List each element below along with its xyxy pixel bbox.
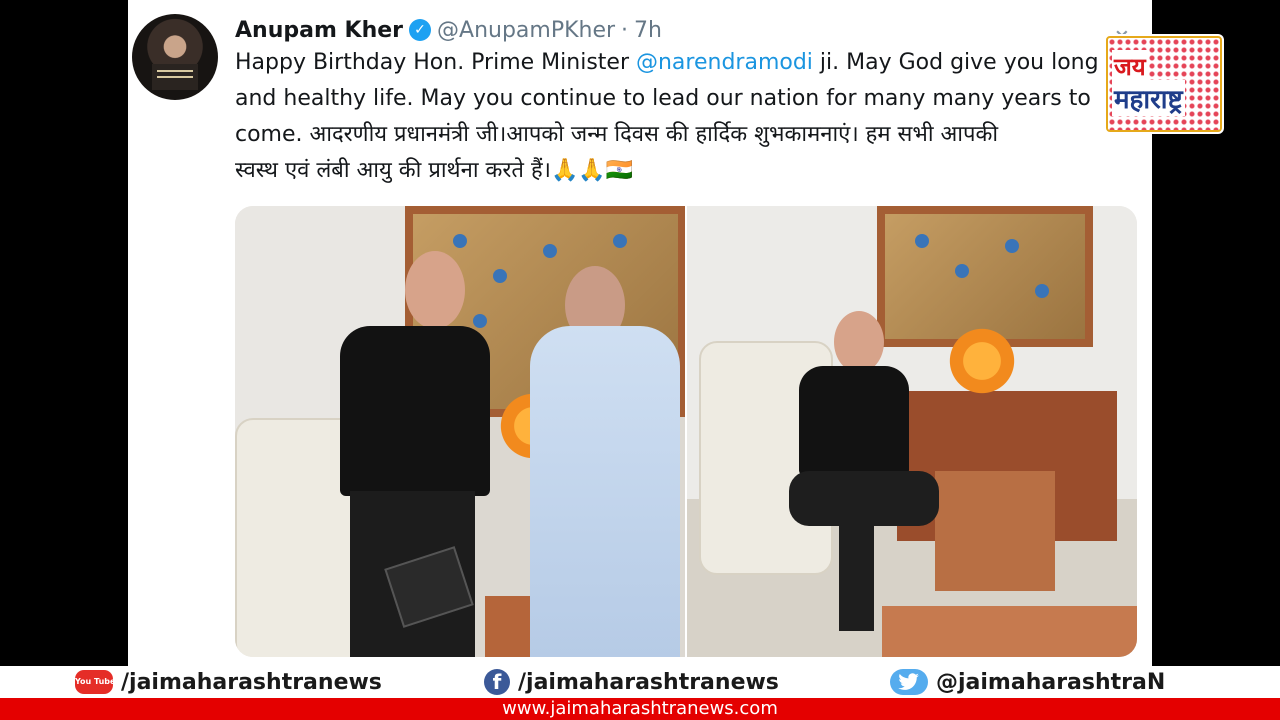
twitter-link[interactable]: @jaimaharashtraN bbox=[890, 669, 1165, 695]
tweet-text-line-4: स्वस्थ एवं लंबी आयु की प्रार्थना करते है… bbox=[235, 158, 634, 183]
facebook-link[interactable]: f /jaimaharashtranews bbox=[484, 669, 779, 695]
person-seated-black-shirt bbox=[779, 311, 959, 646]
tweet-text-line-2: and healthy life. May you continue to le… bbox=[235, 86, 1091, 111]
author-avatar[interactable] bbox=[132, 14, 218, 100]
person-left-black-shirt bbox=[310, 251, 510, 657]
youtube-icon: You Tube bbox=[75, 670, 115, 694]
youtube-handle: /jaimaharashtranews bbox=[121, 669, 382, 695]
mention-link[interactable]: @narendramodi bbox=[636, 50, 813, 75]
author-handle[interactable]: @AnupamPKher bbox=[437, 18, 615, 43]
tweet-photos bbox=[235, 206, 1137, 657]
tweet-text: Happy Birthday Hon. Prime Minister @nare… bbox=[235, 46, 1140, 190]
person-right-kurta bbox=[530, 266, 685, 657]
facebook-icon: f bbox=[484, 669, 510, 695]
channel-logo: जय महाराष्ट्र bbox=[1106, 36, 1222, 132]
youtube-link[interactable]: You Tube /jaimaharashtranews bbox=[75, 669, 382, 695]
twitter-icon bbox=[890, 669, 928, 695]
logo-text-line-1: जय bbox=[1112, 50, 1148, 83]
twitter-handle: @jaimaharashtraN bbox=[936, 669, 1166, 695]
tweet-text-line-3: come. आदरणीय प्रधानमंत्री जी।आपको जन्म द… bbox=[235, 122, 999, 147]
tweet-header: Anupam Kher ✓ @AnupamPKher · 7h bbox=[235, 14, 662, 46]
tweet-card: Anupam Kher ✓ @AnupamPKher · 7h ⌄ Happy … bbox=[128, 0, 1152, 666]
website-url-bar[interactable]: www.jaimaharashtranews.com bbox=[0, 698, 1280, 720]
separator-dot: · bbox=[621, 17, 629, 43]
tweet-photo-1[interactable] bbox=[235, 206, 685, 657]
avatar-book-image bbox=[152, 64, 198, 90]
tweet-photo-2[interactable] bbox=[687, 206, 1137, 657]
author-name[interactable]: Anupam Kher bbox=[235, 18, 403, 43]
verified-badge-icon: ✓ bbox=[409, 19, 432, 41]
social-footer: You Tube /jaimaharashtranews f /jaimahar… bbox=[0, 666, 1280, 698]
facebook-handle: /jaimaharashtranews bbox=[518, 669, 779, 695]
tweet-time[interactable]: 7h bbox=[634, 18, 662, 43]
tweet-text-line-1: Happy Birthday Hon. Prime Minister @nare… bbox=[235, 50, 1099, 75]
logo-text-line-2: महाराष्ट्र bbox=[1112, 80, 1185, 116]
